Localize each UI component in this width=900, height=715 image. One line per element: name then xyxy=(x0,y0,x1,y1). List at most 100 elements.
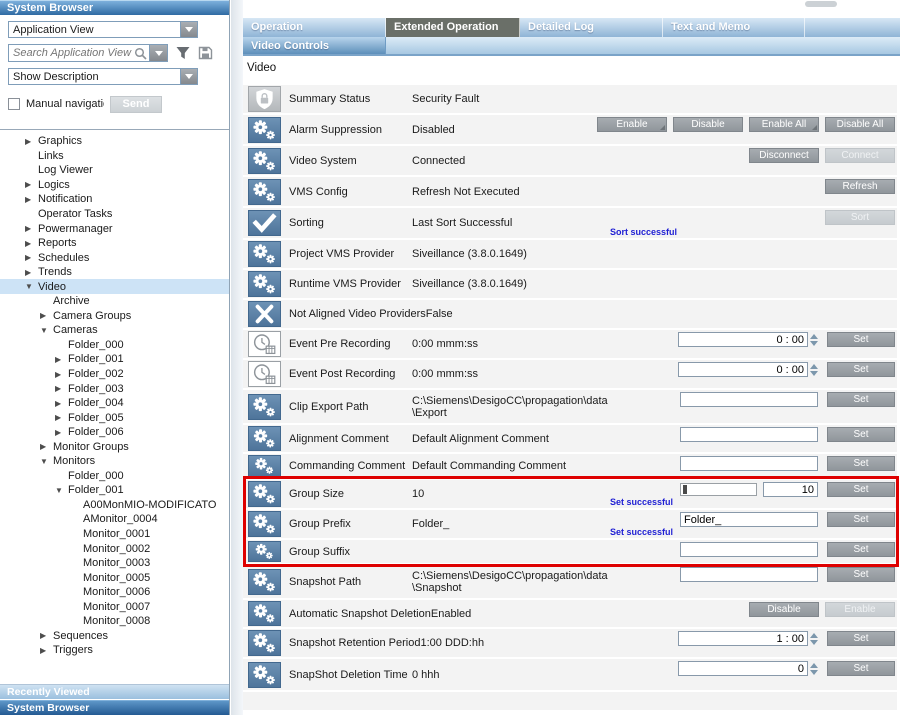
tree-expand-arrow[interactable]: ▶ xyxy=(25,239,38,248)
spinner-arrows[interactable] xyxy=(810,362,818,377)
tree-item-sequences[interactable]: ▶Sequences xyxy=(0,629,229,644)
manual-navigation-checkbox[interactable] xyxy=(8,98,20,110)
splitter-grip[interactable] xyxy=(805,1,837,7)
chevron-down-icon[interactable] xyxy=(180,22,197,37)
tree-expand-arrow[interactable]: ▶ xyxy=(25,224,38,233)
tree-expand-arrow[interactable]: ▶ xyxy=(25,137,38,146)
tree-item-monitor-0002[interactable]: Monitor_0002 xyxy=(0,541,229,556)
tree-expand-arrow[interactable]: ▶ xyxy=(25,268,38,277)
tree-item-a00monmio-modificato[interactable]: A00MonMIO-MODIFICATO xyxy=(0,498,229,513)
tree-expand-arrow[interactable]: ▶ xyxy=(40,646,53,655)
tree-item-monitor-0001[interactable]: Monitor_0001 xyxy=(0,527,229,542)
tree-item-monitor-0005[interactable]: Monitor_0005 xyxy=(0,570,229,585)
commanding-comment-input[interactable] xyxy=(680,456,818,471)
tree-expand-arrow[interactable]: ▶ xyxy=(25,195,38,204)
save-icon[interactable] xyxy=(198,46,213,60)
tree-item-camera-groups[interactable]: ▶Camera Groups xyxy=(0,309,229,324)
tree-item-folder-006[interactable]: ▶Folder_006 xyxy=(0,425,229,440)
event-pre-recording-input[interactable] xyxy=(678,332,808,347)
spinner-arrows[interactable] xyxy=(810,661,818,676)
group-suffix-input[interactable] xyxy=(680,542,818,557)
panel-splitter[interactable] xyxy=(231,0,243,715)
clip-export-path-input[interactable] xyxy=(680,392,818,407)
spinner-arrows[interactable] xyxy=(810,631,818,646)
set-button[interactable]: Set xyxy=(827,362,895,377)
snapshot-retention-period-input[interactable] xyxy=(678,631,808,646)
disable-button[interactable]: Disable xyxy=(673,117,743,132)
set-button[interactable]: Set xyxy=(827,512,895,527)
enable-button[interactable]: Enable xyxy=(597,117,667,132)
tree-expand-arrow[interactable]: ▶ xyxy=(40,631,53,640)
tree-expand-arrow[interactable]: ▶ xyxy=(55,370,68,379)
spinner-arrows[interactable] xyxy=(810,332,818,347)
slider-thumb[interactable] xyxy=(683,485,687,494)
tree-item-links[interactable]: Links xyxy=(0,149,229,164)
set-button[interactable]: Set xyxy=(827,567,895,582)
tree-item-video[interactable]: ▼Video xyxy=(0,279,229,294)
tree-expand-arrow[interactable]: ▶ xyxy=(55,413,68,422)
tree-item-monitor-0003[interactable]: Monitor_0003 xyxy=(0,556,229,571)
set-button[interactable]: Set xyxy=(827,427,895,442)
set-button[interactable]: Set xyxy=(827,631,895,646)
tree-item-monitors[interactable]: ▼Monitors xyxy=(0,454,229,469)
group-size-slider[interactable] xyxy=(680,483,757,496)
tree-item-monitor-0007[interactable]: Monitor_0007 xyxy=(0,600,229,615)
tree-collapse-arrow[interactable]: ▼ xyxy=(40,457,53,466)
tab-detailed-log[interactable]: Detailed Log xyxy=(520,18,663,37)
tree-expand-arrow[interactable]: ▶ xyxy=(55,355,68,364)
tree-item-folder-005[interactable]: ▶Folder_005 xyxy=(0,410,229,425)
tree-item-trends[interactable]: ▶Trends xyxy=(0,265,229,280)
tree-collapse-arrow[interactable]: ▼ xyxy=(55,486,68,495)
set-button[interactable]: Set xyxy=(827,392,895,407)
set-button[interactable]: Set xyxy=(827,661,895,676)
tree-item-folder-000[interactable]: Folder_000 xyxy=(0,469,229,484)
tree-item-monitor-0006[interactable]: Monitor_0006 xyxy=(0,585,229,600)
tree-item-schedules[interactable]: ▶Schedules xyxy=(0,250,229,265)
tree-item-folder-004[interactable]: ▶Folder_004 xyxy=(0,396,229,411)
set-button[interactable]: Set xyxy=(827,482,895,497)
tree-expand-arrow[interactable]: ▶ xyxy=(55,384,68,393)
alignment-comment-input[interactable] xyxy=(680,427,818,442)
set-button[interactable]: Set xyxy=(827,456,895,471)
tree-item-folder-000[interactable]: Folder_000 xyxy=(0,338,229,353)
tree-item-folder-002[interactable]: ▶Folder_002 xyxy=(0,367,229,382)
snapshot-deletion-time-input[interactable] xyxy=(678,661,808,676)
tree-item-folder-003[interactable]: ▶Folder_003 xyxy=(0,381,229,396)
disable-button[interactable]: Disable xyxy=(749,602,819,617)
tree-item-cameras[interactable]: ▼Cameras xyxy=(0,323,229,338)
tab-video-controls[interactable]: Video Controls xyxy=(243,37,386,54)
enable-all-button[interactable]: Enable All xyxy=(749,117,819,132)
tree-item-operator-tasks[interactable]: Operator Tasks xyxy=(0,207,229,222)
tree-item-monitor-0008[interactable]: Monitor_0008 xyxy=(0,614,229,629)
tree-item-monitor-groups[interactable]: ▶Monitor Groups xyxy=(0,439,229,454)
tree-collapse-arrow[interactable]: ▼ xyxy=(25,282,38,291)
tree-item-powermanager[interactable]: ▶Powermanager xyxy=(0,221,229,236)
tree-collapse-arrow[interactable]: ▼ xyxy=(40,326,53,335)
tree-expand-arrow[interactable]: ▶ xyxy=(55,428,68,437)
tree-expand-arrow[interactable]: ▶ xyxy=(55,399,68,408)
filter-icon[interactable] xyxy=(176,46,190,60)
event-post-recording-input[interactable] xyxy=(678,362,808,377)
enable-button[interactable]: Enable xyxy=(825,602,895,617)
tree-item-logics[interactable]: ▶Logics xyxy=(0,178,229,193)
tree-item-folder-001[interactable]: ▼Folder_001 xyxy=(0,483,229,498)
tree-item-triggers[interactable]: ▶Triggers xyxy=(0,643,229,658)
set-button[interactable]: Set xyxy=(827,542,895,557)
recently-viewed-bar[interactable]: Recently Viewed xyxy=(0,684,229,699)
tree-expand-arrow[interactable]: ▶ xyxy=(25,253,38,262)
search-input[interactable] xyxy=(9,47,134,59)
tree-item-amonitor-0004[interactable]: AMonitor_0004 xyxy=(0,512,229,527)
tree-expand-arrow[interactable]: ▶ xyxy=(40,311,53,320)
view-selector-combo[interactable]: Application View xyxy=(8,21,198,38)
tree-item-notification[interactable]: ▶Notification xyxy=(0,192,229,207)
system-browser-bar[interactable]: System Browser xyxy=(0,700,229,715)
tree-expand-arrow[interactable]: ▶ xyxy=(25,180,38,189)
tree-item-graphics[interactable]: ▶Graphics xyxy=(0,134,229,149)
tree-item-folder-001[interactable]: ▶Folder_001 xyxy=(0,352,229,367)
disable-all-button[interactable]: Disable All xyxy=(825,117,895,132)
display-mode-combo[interactable]: Show Description xyxy=(8,68,198,85)
connect-button[interactable]: Connect xyxy=(825,148,895,163)
tab-operation[interactable]: Operation xyxy=(243,18,386,37)
tree-item-log-viewer[interactable]: Log Viewer xyxy=(0,163,229,178)
snapshot-path-input[interactable] xyxy=(680,567,818,582)
